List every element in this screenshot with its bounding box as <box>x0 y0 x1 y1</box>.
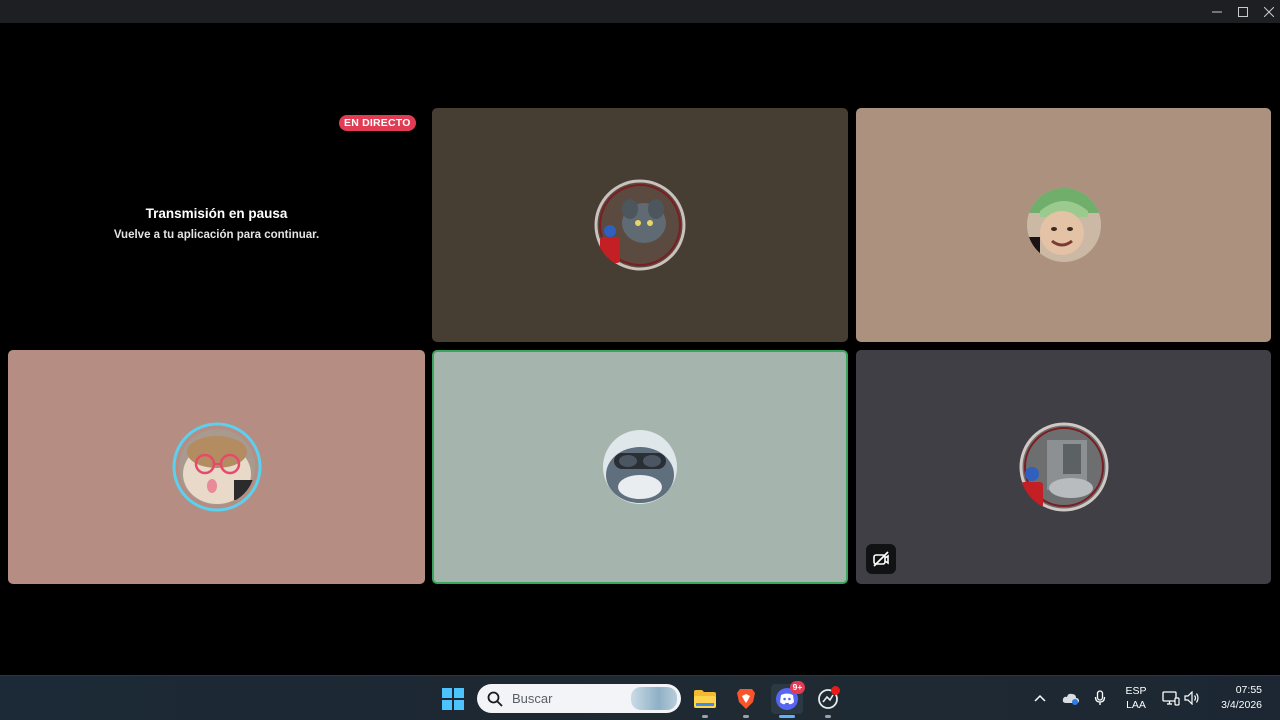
maximize-button[interactable] <box>1230 0 1256 23</box>
running-indicator <box>702 715 708 718</box>
live-badge: EN DIRECTO <box>339 115 416 131</box>
search-icon <box>487 691 503 707</box>
taskbar-app-brave[interactable] <box>730 684 762 718</box>
running-indicator <box>825 715 831 718</box>
notification-badge: 9+ <box>790 681 805 694</box>
network-icon <box>1162 690 1180 706</box>
cloud-icon <box>1062 693 1079 705</box>
input-language-indicator[interactable]: ESP LAA <box>1120 675 1152 720</box>
stream-paused-title: Transmisión en pausa <box>145 206 288 221</box>
taskbar-search[interactable]: Buscar <box>477 684 681 713</box>
active-indicator <box>779 715 795 718</box>
stream-paused-subtitle: Vuelve a tu aplicación para continuar. <box>113 229 320 241</box>
minimize-icon <box>1212 11 1222 12</box>
taskbar: Buscar 9+ <box>0 675 1280 720</box>
close-button[interactable] <box>1256 0 1280 23</box>
running-indicator <box>743 715 749 718</box>
taskbar-app-other[interactable] <box>812 684 844 718</box>
microphone-icon <box>1094 689 1106 705</box>
clock[interactable]: 07:55 3/4/2026 <box>1208 675 1270 720</box>
onedrive-tray-button[interactable] <box>1060 675 1082 720</box>
cat-avatar-with-decoration <box>594 179 686 271</box>
participant-tile-speaking[interactable] <box>432 350 848 584</box>
file-explorer-icon <box>694 690 716 708</box>
taskbar-app-discord[interactable]: 9+ <box>771 681 805 718</box>
camera-off-icon <box>873 551 889 567</box>
search-placeholder: Buscar <box>512 691 553 706</box>
brave-browser-icon <box>737 689 755 709</box>
show-hidden-icons-button[interactable] <box>1030 675 1050 720</box>
network-tray-button[interactable] <box>1160 675 1182 720</box>
language-code: ESP <box>1125 684 1147 697</box>
person-selfie-avatar <box>1026 188 1101 262</box>
stream-tile[interactable] <box>8 108 425 342</box>
title-bar <box>0 0 1280 23</box>
chevron-up-icon <box>1034 694 1046 702</box>
clock-time: 07:55 <box>1235 683 1262 696</box>
search-highlight-image <box>631 687 677 710</box>
close-icon <box>1264 6 1274 17</box>
participant-tile[interactable] <box>8 350 425 584</box>
alert-dot <box>831 686 840 695</box>
windows-start-icon <box>442 688 464 710</box>
participant-tile[interactable] <box>856 350 1271 584</box>
participant-tile[interactable] <box>856 108 1271 342</box>
shark-goggles-avatar <box>603 430 677 504</box>
start-button[interactable] <box>437 684 469 714</box>
microphone-tray-button[interactable] <box>1090 675 1110 720</box>
keyboard-layout: LAA <box>1126 698 1146 711</box>
maximize-icon <box>1238 6 1248 17</box>
taskbar-app-file-explorer[interactable] <box>689 684 721 718</box>
participant-tile[interactable] <box>432 108 848 342</box>
hamster-glasses-avatar <box>172 422 261 512</box>
speaker-icon <box>1184 690 1199 705</box>
photo-avatar-with-decoration <box>1019 422 1108 512</box>
clock-date: 3/4/2026 <box>1221 698 1262 711</box>
camera-off-indicator <box>866 544 896 574</box>
volume-tray-button[interactable] <box>1182 675 1202 720</box>
minimize-button[interactable] <box>1204 0 1230 23</box>
